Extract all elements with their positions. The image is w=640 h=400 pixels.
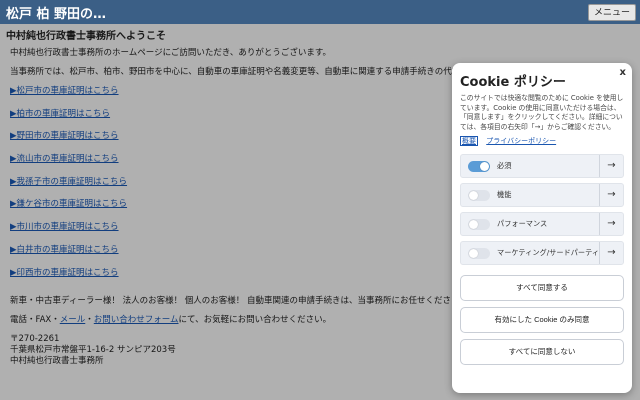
close-icon[interactable]: x <box>620 67 626 78</box>
toggle-marketing[interactable] <box>468 248 490 259</box>
category-label: 機能 <box>497 190 512 199</box>
category-label: マーケティング/サードパーティ <box>497 248 600 257</box>
arrow-right-icon[interactable]: → <box>599 213 623 235</box>
privacy-policy-link[interactable]: プライバシーポリシー <box>486 137 556 145</box>
category-marketing: マーケティング/サードパーティ → <box>460 241 624 265</box>
cookie-description: このサイトでは快適な閲覧のために Cookie を使用しています。Cookie … <box>460 94 624 131</box>
cookie-links: 概要 プライバシーポリシー <box>460 136 624 146</box>
menu-button[interactable]: メニュー <box>587 4 636 21</box>
cookie-policy-dialog: x Cookie ポリシー このサイトでは快適な閲覧のために Cookie を使… <box>452 63 632 393</box>
site-header: 松戸 柏 野田の… メニュー <box>0 0 640 24</box>
category-required: 必須 → <box>460 154 624 178</box>
cookie-title: Cookie ポリシー <box>460 75 566 90</box>
cookie-buttons: すべて同意する 有効にした Cookie のみ同意 すべてに同意しない <box>460 275 624 365</box>
arrow-right-icon[interactable]: → <box>599 184 623 206</box>
category-performance: パフォーマンス → <box>460 212 624 236</box>
arrow-right-icon[interactable]: → <box>599 242 623 264</box>
toggle-functional[interactable] <box>468 190 490 201</box>
accept-all-button[interactable]: すべて同意する <box>460 275 624 301</box>
toggle-performance[interactable] <box>468 219 490 230</box>
summary-link[interactable]: 概要 <box>460 136 478 146</box>
cookie-categories: 必須 → 機能 → パフォーマンス → マーケティング/サードパーティ → <box>460 154 624 265</box>
toggle-required[interactable] <box>468 161 490 172</box>
arrow-right-icon[interactable]: → <box>599 155 623 177</box>
category-label: 必須 <box>497 161 512 170</box>
site-title[interactable]: 松戸 柏 野田の… <box>6 3 106 22</box>
category-functional: 機能 → <box>460 183 624 207</box>
accept-selected-button[interactable]: 有効にした Cookie のみ同意 <box>460 307 624 333</box>
reject-all-button[interactable]: すべてに同意しない <box>460 339 624 365</box>
category-label: パフォーマンス <box>497 219 548 228</box>
